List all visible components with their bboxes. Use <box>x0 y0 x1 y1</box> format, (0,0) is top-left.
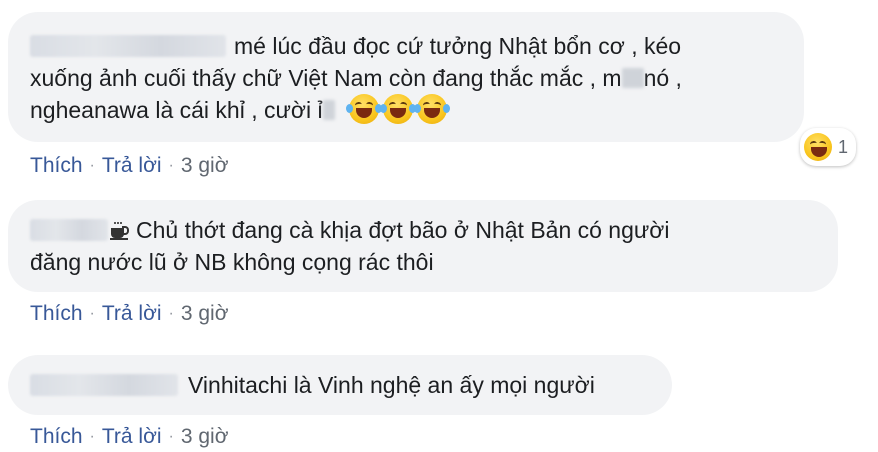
laughing-squint-icon <box>803 133 832 161</box>
comment-bubble: mé lúc đầu đọc cứ tưởng Nhật bổn cơ , ké… <box>8 12 856 166</box>
comment-line: Vinhitachi là Vinh nghệ an ấy mọi người <box>30 369 650 401</box>
comment-text: mé lúc đầu đọc cứ tưởng Nhật bổn cơ , ké… <box>234 33 682 59</box>
comment-bubble: Vinhitachi là Vinh nghệ an ấy mọi người <box>8 355 672 415</box>
author-name-blurred[interactable] <box>30 219 108 241</box>
comment-text: xuống ảnh cuối thấy chữ Việt Nam còn đan… <box>30 65 622 91</box>
comment-text: ngheanawa là cái khỉ , cười ỉ <box>30 97 323 123</box>
laughing-tears-emoji-icon <box>345 94 382 124</box>
comment-actions: Thích · Trả lời · 3 giờ <box>30 425 672 449</box>
comment-actions: Thích · Trả lời · 3 giờ <box>30 154 804 178</box>
hot-beverage-icon <box>110 222 130 240</box>
reaction-count-badge[interactable]: 1 <box>799 128 856 166</box>
comment-line: Chủ thớt đang cà khịa đợt bão ở Nhật Bản… <box>30 214 816 246</box>
comment-text: nó , <box>643 65 682 91</box>
separator: · <box>89 157 95 174</box>
comment-text: đăng nước lũ ở NB không cọng rác thôi <box>30 249 434 275</box>
separator: · <box>89 428 95 445</box>
comment-line: mé lúc đầu đọc cứ tưởng Nhật bổn cơ , ké… <box>30 30 782 62</box>
comment-actions: Thích · Trả lời · 3 giờ <box>30 302 838 326</box>
comment-line: đăng nước lũ ở NB không cọng rác thôi <box>30 246 816 278</box>
laughing-tears-emoji-icon <box>379 94 416 124</box>
comment-1: mé lúc đầu đọc cứ tưởng Nhật bổn cơ , ké… <box>8 12 856 178</box>
comment-text: Chủ thớt đang cà khịa đợt bão ở Nhật Bản… <box>136 217 670 243</box>
timestamp[interactable]: 3 giờ <box>181 425 229 449</box>
separator: · <box>168 305 174 322</box>
reply-link[interactable]: Trả lời <box>102 425 162 449</box>
reaction-count: 1 <box>837 137 848 157</box>
separator: · <box>168 428 174 445</box>
comment-text: Vinhitachi là Vinh nghệ an ấy mọi người <box>188 372 595 398</box>
comment-line: ngheanawa là cái khỉ , cười ỉ <box>30 94 782 126</box>
reply-link[interactable]: Trả lời <box>102 302 162 326</box>
censored-word <box>621 68 644 88</box>
like-link[interactable]: Thích <box>30 425 83 449</box>
timestamp[interactable]: 3 giờ <box>181 154 229 178</box>
author-name-blurred[interactable] <box>30 35 226 57</box>
separator: · <box>89 305 95 322</box>
comment-2: Chủ thớt đang cà khịa đợt bão ở Nhật Bản… <box>8 200 838 326</box>
laughing-tears-emoji-icon <box>413 94 450 124</box>
author-name-blurred[interactable] <box>30 374 178 396</box>
censored-word <box>322 100 335 120</box>
comment-bubble: Chủ thớt đang cà khịa đợt bão ở Nhật Bản… <box>8 200 838 292</box>
like-link[interactable]: Thích <box>30 302 83 326</box>
comment-3: Vinhitachi là Vinh nghệ an ấy mọi người … <box>8 355 672 449</box>
timestamp[interactable]: 3 giờ <box>181 302 229 326</box>
separator: · <box>168 157 174 174</box>
comment-line: xuống ảnh cuối thấy chữ Việt Nam còn đan… <box>30 62 782 94</box>
reply-link[interactable]: Trả lời <box>102 154 162 178</box>
like-link[interactable]: Thích <box>30 154 83 178</box>
